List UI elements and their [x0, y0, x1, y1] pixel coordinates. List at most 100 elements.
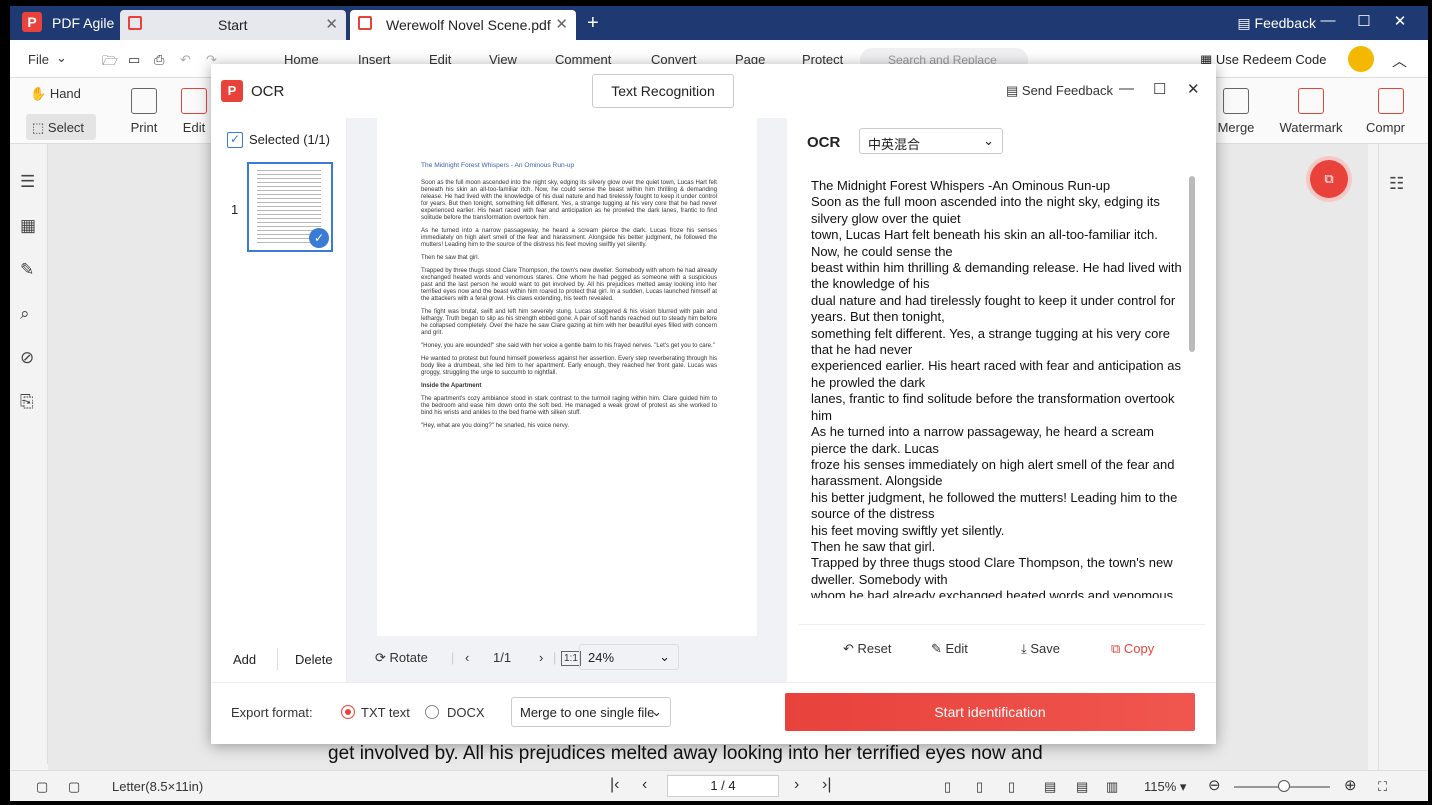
minimize-icon[interactable]: — — [1316, 12, 1340, 29]
attachment-icon[interactable]: ⊘ — [20, 348, 34, 368]
docx-radio[interactable] — [425, 705, 439, 719]
print-button[interactable]: Print — [128, 88, 160, 135]
preview-zoom-select[interactable]: 24% ⌄ — [579, 644, 679, 670]
ocr-scrollbar[interactable] — [1189, 176, 1195, 352]
dialog-maximize-icon[interactable]: ☐ — [1153, 80, 1166, 98]
close-tab-icon[interactable]: ✕ — [325, 15, 338, 33]
language-select[interactable]: 中英混合 ⌄ — [859, 128, 1003, 154]
new-tab-icon[interactable]: + — [587, 12, 599, 35]
reset-button[interactable]: ↶ Reset — [843, 641, 891, 657]
zoom-level-text: 115% — [1144, 779, 1177, 794]
selected-count: Selected (1/1) — [249, 132, 330, 147]
two-page-view-icon[interactable]: ▥ — [1106, 779, 1118, 795]
watermark-label: Watermark — [1279, 120, 1343, 135]
close-tab-icon[interactable]: ✕ — [555, 15, 568, 33]
add-button[interactable]: Add — [233, 652, 256, 667]
merge-button[interactable]: Merge — [1216, 88, 1256, 135]
save-button[interactable]: ⤓ Save — [1021, 641, 1060, 657]
compress-button[interactable]: Compr — [1366, 88, 1416, 135]
print-label: Print — [130, 120, 158, 135]
docx-radio-label[interactable]: DOCX — [447, 705, 485, 720]
rotate-button[interactable]: ⟳ Rotate — [375, 650, 428, 666]
chevron-down-icon[interactable]: ⌄ — [56, 50, 67, 66]
tab-start[interactable]: Start ✕ — [120, 10, 346, 40]
open-icon[interactable]: 🗁 — [102, 52, 118, 74]
txt-radio[interactable] — [341, 705, 355, 719]
merge-option-select[interactable]: Merge to one single file ⌄ — [511, 697, 671, 727]
page-thumbnail[interactable]: ✓ — [247, 162, 333, 252]
zoom-slider-handle[interactable] — [1278, 780, 1290, 792]
menu-icon[interactable]: ☰ — [20, 172, 35, 192]
ocr-text-line: his better judgment, he followed the mut… — [811, 489, 1178, 522]
fullscreen-icon[interactable]: ⛶ — [1378, 779, 1387, 795]
zoom-in-icon[interactable]: ⊕ — [1344, 776, 1357, 794]
undo-icon[interactable]: ↶ — [180, 52, 191, 68]
app-logo-icon: P — [22, 12, 42, 32]
preview-paragraph: He wanted to protest but found himself p… — [421, 355, 717, 376]
redeem-code-button[interactable]: ▦ Use Redeem Code — [1200, 52, 1326, 68]
zoom-out-icon[interactable]: ⊖ — [1208, 776, 1221, 794]
preview-title: The Midnight Forest Whispers - An Ominou… — [421, 162, 575, 169]
hand-tool-button[interactable]: ✋ Hand — [30, 86, 81, 102]
zoom-level[interactable]: 115% ▾ — [1144, 779, 1186, 795]
file-menu[interactable]: File — [28, 52, 49, 67]
select-all-checkbox[interactable]: ✓ — [227, 132, 243, 148]
ocr-text-output[interactable]: The Midnight Forest Whispers -An Ominous… — [811, 178, 1183, 598]
signature-icon[interactable]: ✎ — [20, 260, 34, 280]
ocr-text-line: something felt different. Yes, a strange… — [811, 325, 1170, 358]
close-icon[interactable]: ✕ — [1388, 12, 1412, 30]
document-background-text: get involved by. All his prejudices melt… — [328, 743, 1043, 764]
hand-label: Hand — [49, 86, 81, 101]
tab-document[interactable]: Werewolf Novel Scene.pdf ✕ — [350, 10, 576, 40]
copy-button[interactable]: ⧉ Copy — [1111, 641, 1154, 657]
single-page-icon[interactable]: ▯ — [944, 779, 951, 795]
fit-page-icon[interactable]: ▯ — [1008, 779, 1015, 795]
ocr-text-line: froze his senses immediately on high ale… — [811, 456, 1175, 489]
next-page-icon[interactable]: › — [539, 650, 543, 665]
preview-paragraph: Then he saw that girl. — [421, 254, 480, 261]
prev-page-icon[interactable]: ‹ — [465, 650, 469, 665]
pdf-file-icon — [358, 16, 372, 30]
prev-page-icon[interactable]: ‹ — [642, 776, 647, 794]
ai-assistant-button[interactable]: ⧉ — [1310, 160, 1348, 198]
print-icon[interactable]: ⎙ — [154, 52, 164, 68]
delete-button[interactable]: Delete — [295, 652, 333, 667]
actual-size-button[interactable]: 1:1 — [561, 651, 581, 666]
page-indicator: 1/1 — [493, 650, 512, 665]
ocr-text-line: The Midnight Forest Whispers -An Ominous… — [811, 178, 1111, 193]
last-page-icon[interactable]: ›| — [822, 776, 831, 794]
feedback-label: Feedback — [1254, 15, 1316, 31]
continuous-view-icon[interactable]: ▤ — [1044, 779, 1056, 795]
first-page-icon[interactable]: |‹ — [610, 776, 619, 794]
feedback-button[interactable]: ▤ Feedback — [1237, 15, 1316, 32]
history-icon[interactable]: ⎘ — [20, 392, 34, 412]
avatar[interactable] — [1348, 46, 1374, 72]
watermark-button[interactable]: Watermark — [1276, 88, 1346, 135]
edit-label: Edit — [182, 120, 206, 135]
maximize-icon[interactable]: ☐ — [1352, 12, 1376, 30]
page-view-icon[interactable]: ▢ — [36, 779, 48, 795]
dialog-close-icon[interactable]: ✕ — [1187, 80, 1200, 98]
text-recognition-button[interactable]: Text Recognition — [592, 74, 734, 108]
ocr-dialog: P OCR Text Recognition ▤ Send Feedback —… — [211, 64, 1216, 744]
dialog-minimize-icon[interactable]: — — [1119, 80, 1134, 97]
compress-icon — [1378, 88, 1404, 114]
app-window: P PDF Agile Start ✕ Werewolf Novel Scene… — [10, 6, 1428, 801]
page-fit-icon[interactable]: ▢ — [68, 779, 80, 795]
search-icon[interactable]: ⌕ — [20, 304, 30, 324]
single-view-icon[interactable]: ▤ — [1076, 779, 1088, 795]
send-feedback-button[interactable]: ▤ Send Feedback — [1006, 83, 1113, 99]
start-identification-button[interactable]: Start identification — [785, 693, 1195, 731]
collapse-ribbon-icon[interactable]: ︿ — [1392, 50, 1407, 71]
edit-button[interactable]: Edit — [178, 88, 210, 135]
settings-sliders-icon[interactable]: ☷ — [1389, 174, 1404, 194]
txt-radio-label[interactable]: TXT text — [361, 705, 410, 720]
next-page-icon[interactable]: › — [794, 776, 799, 794]
dialog-footer: Export format: TXT text DOCX Merge to on… — [211, 682, 1216, 744]
edit-text-button[interactable]: ✎ Edit — [931, 641, 968, 657]
fit-width-icon[interactable]: ▯ — [976, 779, 983, 795]
save-icon[interactable]: ▭ — [128, 52, 140, 68]
thumbnails-icon[interactable]: ▦ — [20, 216, 36, 236]
preview-paragraph: The fight was brutal, swift and left him… — [421, 308, 717, 336]
page-number-input[interactable]: 1 / 4 — [667, 775, 779, 797]
